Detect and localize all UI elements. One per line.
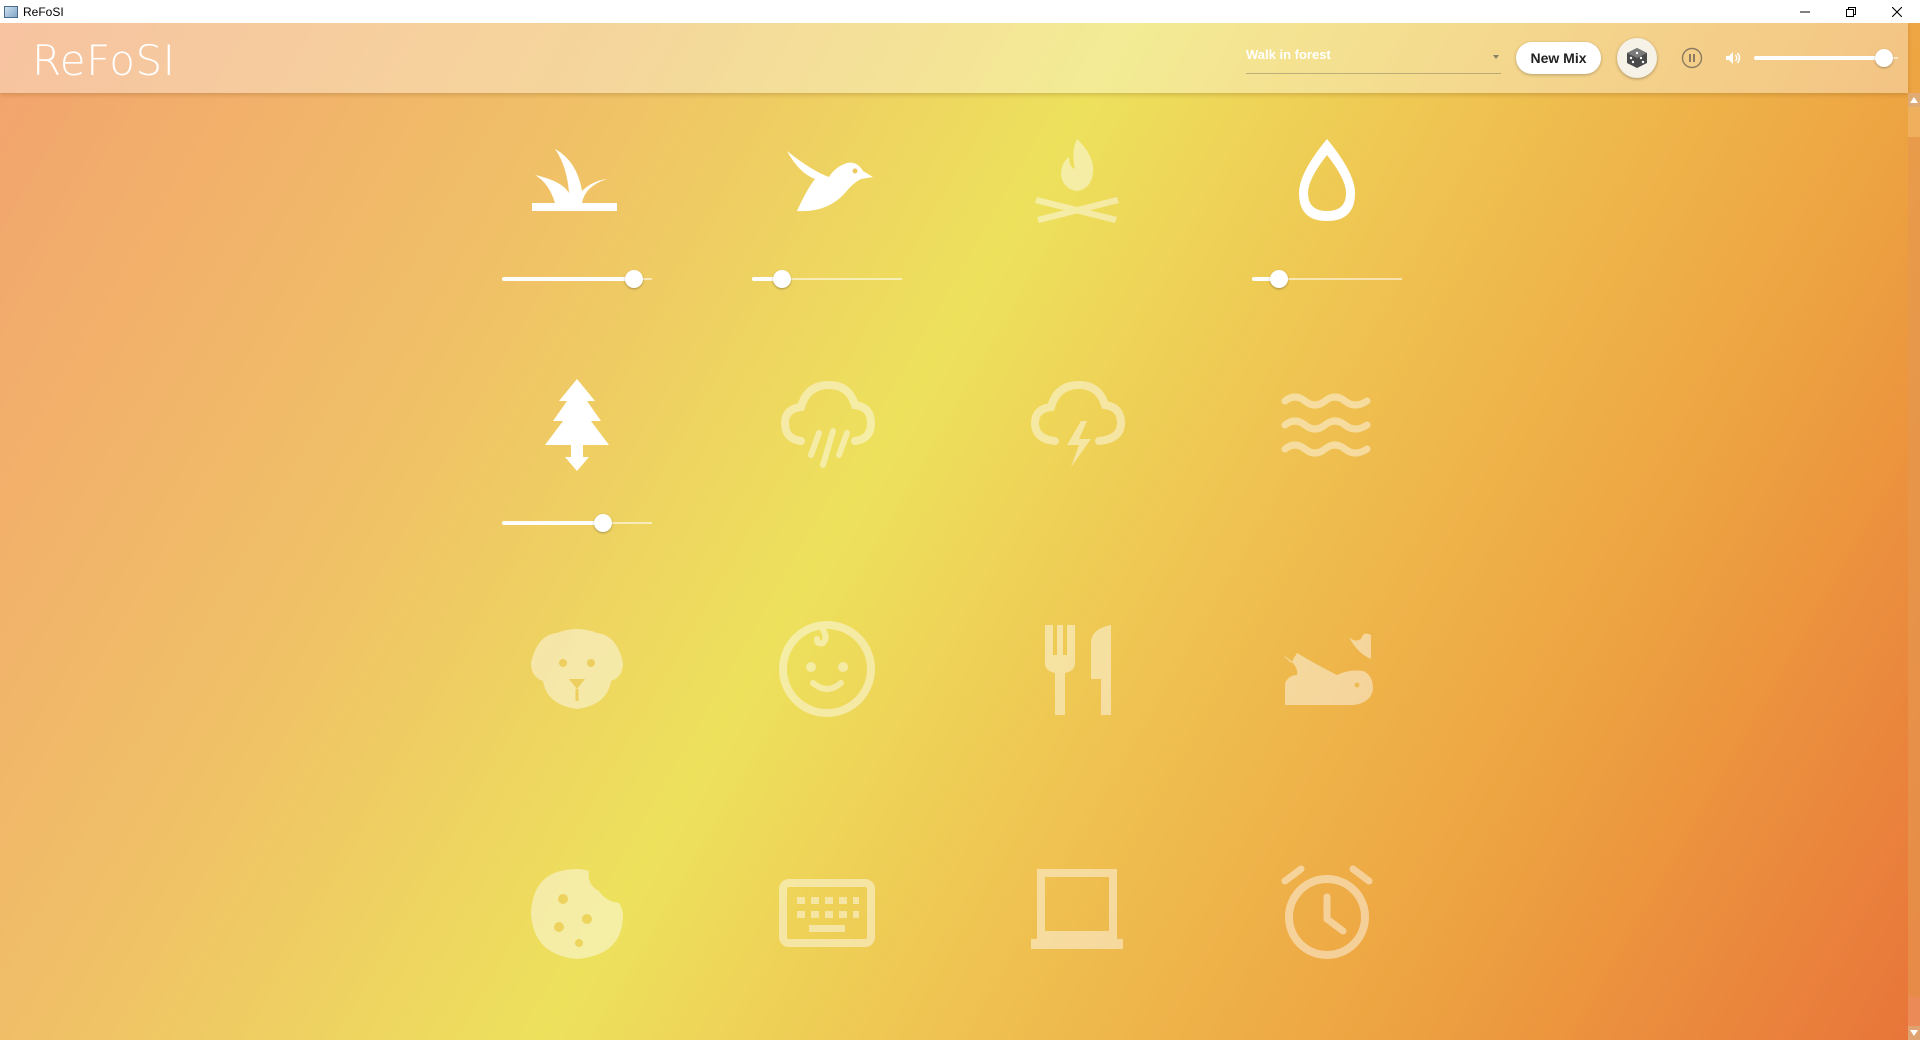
dog-icon [531,629,623,709]
bird-button[interactable] [777,131,877,231]
chevron-down-icon [1493,55,1499,59]
whale-button[interactable] [1277,619,1377,719]
alarm-clock-icon [1281,865,1373,959]
laptop-button[interactable] [1027,863,1127,963]
restore-icon [1846,6,1856,17]
minimize-icon [1800,11,1810,12]
arrow-down-icon [1910,1030,1918,1036]
keyboard-icon [779,879,875,947]
close-button[interactable] [1874,0,1920,23]
thunder-button[interactable] [1027,375,1127,475]
scroll-down-button[interactable] [1908,1026,1920,1040]
sound-tile-grass [502,131,652,331]
new-mix-button[interactable]: New Mix [1516,42,1601,74]
grass-icon [532,149,617,211]
storm-cloud-icon [1030,380,1126,467]
sound-tile-alarm-clock [1252,863,1402,1040]
arrow-up-icon [1910,97,1918,103]
rain-cloud-icon [780,380,876,468]
sound-tile-cookie [502,863,652,1040]
waves-button[interactable] [1277,375,1377,475]
cookie-icon [531,869,623,959]
speaker-icon [1726,52,1741,64]
minimize-button[interactable] [1782,0,1828,23]
window-title: ReFoSI [23,4,64,19]
grass-button[interactable] [527,131,627,231]
water-drop-button[interactable] [1277,131,1377,231]
sound-tile-baby [752,619,902,819]
slider-fill [502,521,603,525]
keyboard-button[interactable] [777,863,877,963]
pine-tree-icon [545,379,609,471]
bird-volume-slider[interactable] [752,269,902,289]
rain-button[interactable] [777,375,877,475]
campfire-button[interactable] [1027,131,1127,231]
mix-select-value: Walk in forest [1246,47,1331,62]
scroll-thumb[interactable] [1908,137,1920,997]
sound-tile-keyboard [752,863,902,1040]
vertical-scrollbar[interactable] [1908,93,1920,1040]
dog-button[interactable] [527,619,627,719]
slider-thumb[interactable] [1874,49,1893,67]
sound-tile-whale [1252,619,1402,819]
sound-tile-campfire [1002,131,1152,331]
app-window: ReFoSI ReFoSI Walk in forest New Mix [0,0,1920,1040]
baby-face-icon [779,621,875,717]
laptop-icon [1031,869,1123,949]
sound-tile-restaurant [1002,619,1152,819]
slider-thumb[interactable] [593,514,612,532]
sound-tile-forest [502,375,652,575]
scroll-up-button[interactable] [1908,93,1920,107]
sound-tile-bird [752,131,902,331]
fork-knife-icon [1045,625,1111,715]
grass-volume-slider[interactable] [502,269,652,289]
sound-tile-thunder [1002,375,1152,575]
baby-button[interactable] [777,619,877,719]
window-titlebar: ReFoSI [0,0,1920,23]
slider-thumb[interactable] [773,270,791,288]
sound-tile-water-drop [1252,131,1402,331]
forest-button[interactable] [527,375,627,475]
pause-button[interactable] [1680,46,1704,70]
main-area: ReFoSI Walk in forest New Mix [0,23,1920,1040]
dice-icon [1627,48,1647,68]
mix-select[interactable]: Walk in forest [1246,43,1501,74]
slider-fill [1754,56,1884,60]
app-logo-icon [4,5,18,18]
random-mix-button[interactable] [1617,38,1657,78]
alarm-clock-button[interactable] [1277,863,1377,963]
sound-tile-laptop [1002,863,1152,1040]
pause-icon [1681,47,1703,69]
campfire-icon [1035,139,1119,223]
restore-button[interactable] [1828,0,1874,23]
slider-fill [502,277,634,281]
window-controls [1782,0,1920,23]
slider-thumb[interactable] [1270,270,1288,288]
slider-thumb[interactable] [625,270,643,288]
cookie-button[interactable] [527,863,627,963]
master-volume-slider[interactable] [1754,48,1898,68]
close-icon [1892,6,1902,17]
restaurant-button[interactable] [1027,619,1127,719]
water-drop-volume-slider[interactable] [1252,269,1402,289]
app-title: ReFoSI [32,36,176,85]
forest-volume-slider[interactable] [502,513,652,533]
water-drop-icon [1299,139,1355,221]
waves-icon [1281,393,1371,457]
bird-icon [787,151,873,212]
app-header: ReFoSI Walk in forest New Mix [0,23,1908,93]
whale-icon [1283,633,1373,705]
sound-tile-dog [502,619,652,819]
sound-tile-rain [752,375,902,575]
sound-tile-waves [1252,375,1402,575]
